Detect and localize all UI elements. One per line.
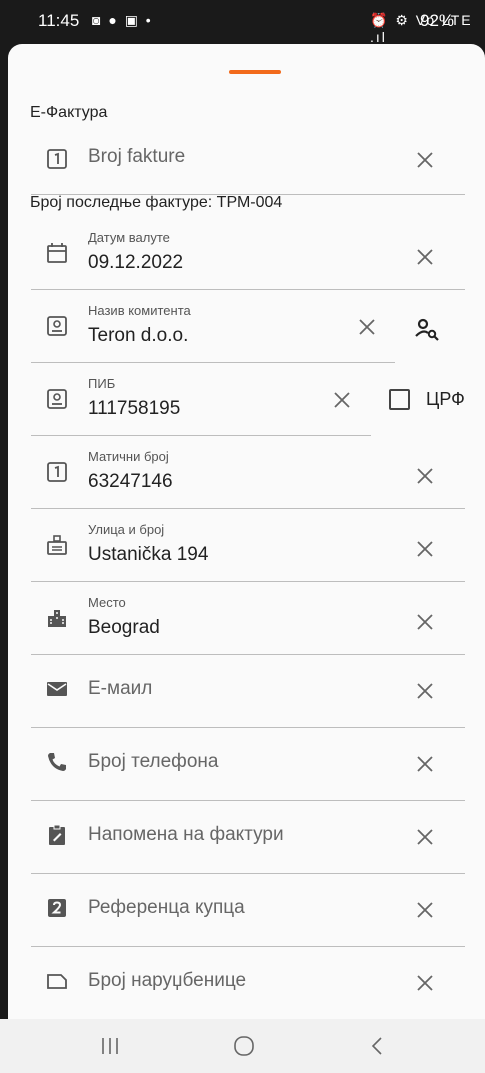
- clear-icon[interactable]: [414, 680, 436, 702]
- home-icon[interactable]: [232, 1035, 256, 1057]
- clear-icon[interactable]: [414, 538, 436, 560]
- currency-date-field[interactable]: Датум валуте 09.12.2022: [31, 216, 465, 290]
- clear-icon[interactable]: [356, 316, 378, 338]
- clear-icon[interactable]: [414, 753, 436, 775]
- back-icon[interactable]: [366, 1035, 390, 1057]
- street-value: Ustanička 194: [88, 544, 209, 565]
- status-bar: 11:45 ◙ ● ▣ • ⏰ ⚙ Vo LTE .ıl 92%: [0, 0, 485, 46]
- clear-icon[interactable]: [414, 465, 436, 487]
- pib-label: ПИБ: [88, 376, 116, 391]
- client-name-label: Назив комитента: [88, 303, 191, 318]
- sheet-title: Е-Фактура: [30, 104, 108, 121]
- buyer-reference-placeholder: Референца купца: [88, 897, 245, 918]
- crf-label: ЦРФ: [426, 389, 465, 409]
- clear-icon[interactable]: [414, 972, 436, 994]
- contact-card-icon: [47, 316, 67, 336]
- battery-level: 92%: [420, 11, 455, 30]
- registration-number-value: 63247146: [88, 471, 173, 492]
- clear-icon[interactable]: [414, 826, 436, 848]
- registration-number-field[interactable]: Матични број 63247146: [31, 435, 465, 509]
- email-field[interactable]: Е-маил: [31, 654, 465, 728]
- email-icon: [47, 682, 67, 696]
- currency-date-label: Датум валуте: [88, 230, 170, 245]
- clear-icon[interactable]: [414, 246, 436, 268]
- bottom-sheet: Е-Фактура Broj fakture Број последње фак…: [8, 44, 485, 1019]
- city-value: Beograd: [88, 617, 160, 638]
- clear-icon[interactable]: [414, 899, 436, 921]
- label-icon: [47, 974, 67, 989]
- street-field[interactable]: Улица и број Ustanička 194: [31, 508, 465, 582]
- pib-value: 111758195: [88, 398, 181, 419]
- status-time: 11:45: [38, 11, 80, 30]
- phone-placeholder: Број телефона: [88, 751, 219, 772]
- city-label: Место: [88, 595, 126, 610]
- clear-icon[interactable]: [331, 389, 353, 411]
- clear-icon[interactable]: [414, 149, 436, 171]
- phone-field[interactable]: Број телефона: [31, 727, 465, 801]
- calendar-icon: [47, 243, 67, 263]
- client-name-field[interactable]: Назив комитента Teron d.o.o.: [31, 289, 395, 363]
- clipboard-edit-icon: [49, 824, 65, 845]
- phone-icon: [48, 753, 66, 771]
- registration-number-label: Матични број: [88, 449, 169, 464]
- drag-handle[interactable]: [229, 70, 281, 74]
- buyer-reference-field[interactable]: Референца купца: [31, 873, 465, 947]
- recent-apps-icon[interactable]: [98, 1035, 122, 1057]
- number-one-icon: [47, 149, 67, 169]
- city-field[interactable]: Место Beograd: [31, 581, 465, 655]
- pib-field[interactable]: ПИБ 111758195: [31, 362, 371, 436]
- city-buildings-icon: [48, 610, 66, 627]
- person-search-icon[interactable]: [413, 316, 439, 342]
- number-one-icon: [47, 462, 67, 482]
- last-invoice-hint: Број последње фактуре: ТРМ-004: [30, 194, 283, 211]
- currency-date-value: 09.12.2022: [88, 252, 184, 273]
- invoice-number-placeholder: Broj fakture: [88, 146, 186, 167]
- crf-checkbox[interactable]: [389, 389, 410, 410]
- note-field[interactable]: Напомена на фактури: [31, 800, 465, 874]
- mailbox-icon: [47, 535, 67, 555]
- clear-icon[interactable]: [414, 611, 436, 633]
- contact-card-icon: [47, 389, 67, 409]
- navigation-bar: [0, 1019, 485, 1073]
- notification-icons: ◙ ● ▣ •: [92, 12, 153, 28]
- number-two-icon: [48, 899, 66, 917]
- order-number-placeholder: Број наруџбенице: [88, 970, 247, 991]
- note-placeholder: Напомена на фактури: [88, 824, 284, 845]
- email-placeholder: Е-маил: [88, 678, 153, 699]
- street-label: Улица и број: [88, 522, 165, 537]
- invoice-number-field[interactable]: Broj fakture: [31, 124, 465, 195]
- client-name-value: Teron d.o.o.: [88, 325, 189, 346]
- order-number-field[interactable]: Број наруџбенице: [31, 946, 465, 1019]
